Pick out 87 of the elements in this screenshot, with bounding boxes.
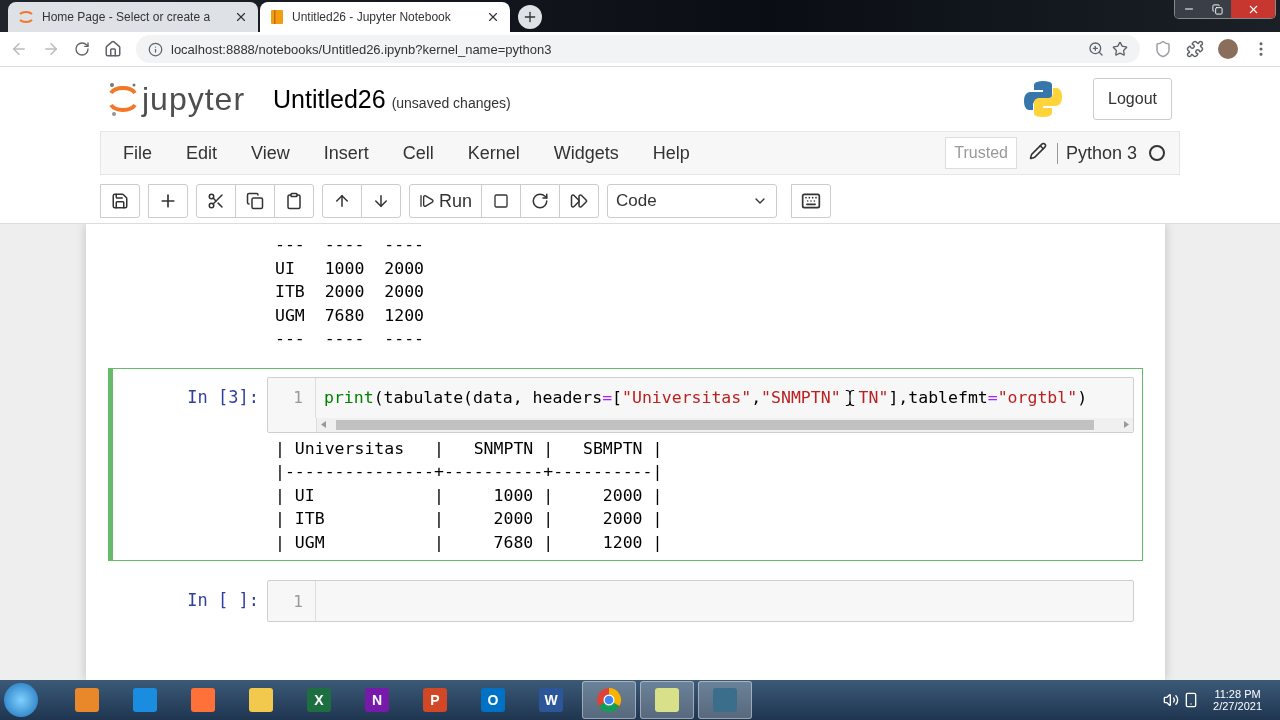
line-number: 1 xyxy=(268,581,316,621)
reload-icon[interactable] xyxy=(74,41,90,57)
fast-forward-icon xyxy=(570,192,589,210)
cell-prompt: In [ ]: xyxy=(186,589,260,612)
volume-icon[interactable] xyxy=(1163,692,1180,708)
step-forward-icon xyxy=(419,193,435,209)
taskbar-app[interactable]: X xyxy=(292,681,346,719)
reload-icon xyxy=(531,192,550,210)
menu-item[interactable]: Widgets xyxy=(539,142,633,164)
insert-cell-button[interactable] xyxy=(148,184,188,218)
shield-icon[interactable] xyxy=(1154,40,1172,58)
app-icon: X xyxy=(307,688,331,712)
notebook-title[interactable]: Untitled26 xyxy=(273,84,386,114)
clock[interactable]: 11:28 PM 2/27/2021 xyxy=(1213,688,1262,712)
restart-button[interactable] xyxy=(520,184,561,218)
info-icon xyxy=(148,41,163,57)
logo-text: jupyter xyxy=(142,80,246,118)
home-icon[interactable] xyxy=(104,40,122,58)
keyboard-button[interactable] xyxy=(791,184,832,218)
plus-icon xyxy=(522,9,538,25)
menu-item[interactable]: View xyxy=(237,142,304,164)
menu-item[interactable]: Edit xyxy=(172,142,232,164)
new-tab-button[interactable] xyxy=(518,5,542,29)
jupyter-logo-icon xyxy=(108,81,138,117)
run-button[interactable]: Run xyxy=(409,184,483,218)
cell-output: --- ---- ---- UI 1000 2000 ITB 2000 2000 UGM 7680 1200 --- ---- ---- xyxy=(274,234,424,350)
move-up-button[interactable] xyxy=(322,184,362,218)
app-icon: N xyxy=(365,688,389,712)
stop-button[interactable] xyxy=(481,184,522,218)
minimize-button[interactable] xyxy=(1175,0,1203,18)
menu-item[interactable]: File xyxy=(109,142,166,164)
save-button[interactable] xyxy=(100,184,140,218)
notebook-cell[interactable]: In [ ]: 1 xyxy=(108,571,1143,629)
code-line: print(tabulate(data, headers=["Universitas","SNMPTN" TN"],tablefmt="orgtbl") xyxy=(323,388,1088,407)
chrome-icon xyxy=(596,687,622,713)
restore-button[interactable] xyxy=(1203,0,1231,18)
start-button[interactable] xyxy=(4,683,38,717)
scissors-icon xyxy=(207,192,225,210)
taskbar-app[interactable] xyxy=(582,681,636,719)
move-down-button[interactable] xyxy=(361,184,401,218)
close-window-button[interactable] xyxy=(1231,0,1275,18)
taskbar-app[interactable]: W xyxy=(524,681,578,719)
keyboard-icon xyxy=(801,191,822,211)
star-icon[interactable] xyxy=(1112,41,1128,57)
app-icon: P xyxy=(423,688,447,712)
taskbar-app[interactable]: P xyxy=(408,681,462,719)
copy-button[interactable] xyxy=(235,184,275,218)
app-icon: W xyxy=(539,688,563,712)
close-icon[interactable] xyxy=(234,10,248,24)
cell-prompt: In [3]: xyxy=(186,385,260,409)
taskbar-app[interactable]: N xyxy=(350,681,404,719)
run-all-button[interactable] xyxy=(559,184,600,218)
menu-item[interactable]: Help xyxy=(638,142,704,164)
copy-icon xyxy=(246,192,264,210)
cell-output: | Universitas | SNMPTN | SBMPTN | |---------------+----------+----------| | UI | 1000 | 2000 | | ITB | 2000 | 2000 | | UGM | 7680 | 1200 | xyxy=(274,437,663,554)
pencil-icon[interactable] xyxy=(1028,142,1047,160)
code-editor[interactable]: 1 print(tabulate(data, headers=["Universitas","SNMPTN" TN"],tablefmt="orgtbl") xyxy=(267,376,1134,433)
menu-item[interactable]: Cell xyxy=(388,142,448,164)
paste-button[interactable] xyxy=(274,184,314,218)
notebook-cell[interactable]: --- ---- ---- UI 1000 2000 ITB 2000 2000 UGM 7680 1200 --- ---- ---- xyxy=(108,224,1143,358)
logout-button[interactable]: Logout xyxy=(1093,78,1172,120)
taskbar-app[interactable] xyxy=(640,681,694,719)
menu-item[interactable]: Insert xyxy=(309,142,383,164)
browser-tab[interactable]: Home Page - Select or create a xyxy=(8,2,258,32)
puzzle-icon[interactable] xyxy=(1186,40,1204,58)
notebook-favicon-icon xyxy=(270,9,284,25)
close-icon[interactable] xyxy=(486,10,500,24)
jupyter-favicon-icon xyxy=(18,9,34,25)
square-icon xyxy=(493,193,510,209)
save-status: (unsaved changes) xyxy=(391,95,511,111)
zoom-icon[interactable] xyxy=(1088,41,1104,57)
save-icon xyxy=(111,192,129,210)
clipboard-icon xyxy=(285,192,303,210)
cut-button[interactable] xyxy=(196,184,236,218)
line-number: 1 xyxy=(268,377,316,418)
browser-tab[interactable]: Untitled26 - Jupyter Notebook xyxy=(260,2,510,32)
kernel-name: Python 3 xyxy=(1056,142,1137,164)
menu-item[interactable]: Kernel xyxy=(453,142,534,164)
app-icon: O xyxy=(481,688,505,712)
cell-type-select[interactable]: Code xyxy=(607,184,778,218)
python-logo-icon xyxy=(1023,79,1064,119)
restore-icon xyxy=(1211,3,1223,15)
profile-avatar[interactable] xyxy=(1218,39,1238,59)
arrow-down-icon xyxy=(372,192,390,210)
address-bar[interactable]: localhost:8888/notebooks/Untitled26.ipynb?kernel_name=python3 xyxy=(136,35,1140,63)
taskbar-app[interactable]: O xyxy=(466,681,520,719)
notebook-cell[interactable] xyxy=(108,367,1143,561)
